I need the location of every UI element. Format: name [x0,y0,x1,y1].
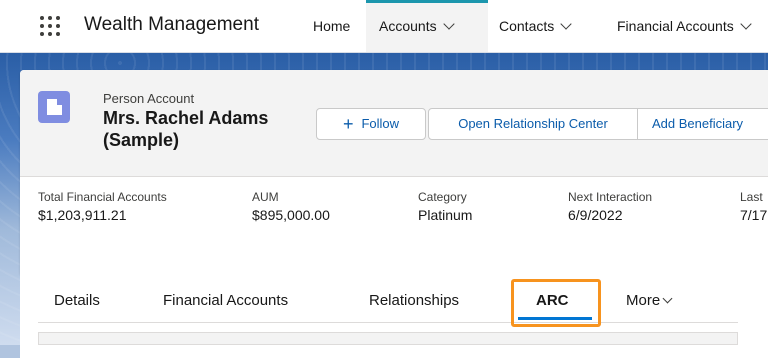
highlight-callout [511,279,601,327]
field-value-category: Platinum [418,207,473,223]
add-beneficiary-button[interactable]: Add Beneficiary [638,108,768,140]
field-value-aum: $895,000.00 [252,207,330,223]
field-label-total-financial-accounts: Total Financial Accounts [38,190,167,204]
chevron-down-icon[interactable] [442,18,455,30]
field-label-next-interaction: Next Interaction [568,190,653,204]
tab-financial-accounts[interactable]: Financial Accounts [163,292,288,309]
nav-item-label: Contacts [499,18,555,34]
field-value-total-financial-accounts: $1,203,911.21 [38,207,127,223]
tab-relationships[interactable]: Relationships [369,292,459,309]
nav-item-label: Financial Accounts [617,18,734,34]
tab-more-label: More [626,292,661,309]
nav-item-label: Home [313,18,351,34]
app-launcher-icon[interactable] [40,16,60,36]
nav-item-label: Accounts [379,18,437,34]
chevron-down-icon[interactable] [740,18,752,30]
field-value-last: 7/17 [740,207,768,223]
nav-item-home[interactable]: Home [313,0,350,52]
tab-content-area [38,332,738,345]
record-title: Mrs. Rachel Adams (Sample) [103,108,269,150]
chevron-down-icon[interactable] [560,18,572,30]
nav-item-financial-accounts[interactable]: Financial Accounts [617,0,752,52]
object-type-label: Person Account [103,91,195,106]
field-label-last: Last [740,190,763,204]
field-label-aum: AUM [252,190,279,204]
plus-icon: + [342,114,354,134]
app-name: Wealth Management [84,14,259,35]
tab-more[interactable]: More [626,292,673,309]
nav-item-accounts[interactable]: Accounts [366,0,488,52]
open-relationship-center-button[interactable]: Open Relationship Center [428,108,638,140]
tab-details[interactable]: Details [54,292,100,309]
chevron-down-icon [662,293,673,304]
tabs-divider [38,322,738,323]
building-icon [38,91,70,123]
follow-button[interactable]: + Follow [316,108,426,140]
follow-label: Follow [361,116,400,131]
field-label-category: Category [418,190,467,204]
field-value-next-interaction: 6/9/2022 [568,207,623,223]
global-nav-bar: Wealth Management Home Accounts Contacts… [0,0,768,53]
nav-item-contacts[interactable]: Contacts [499,0,572,52]
